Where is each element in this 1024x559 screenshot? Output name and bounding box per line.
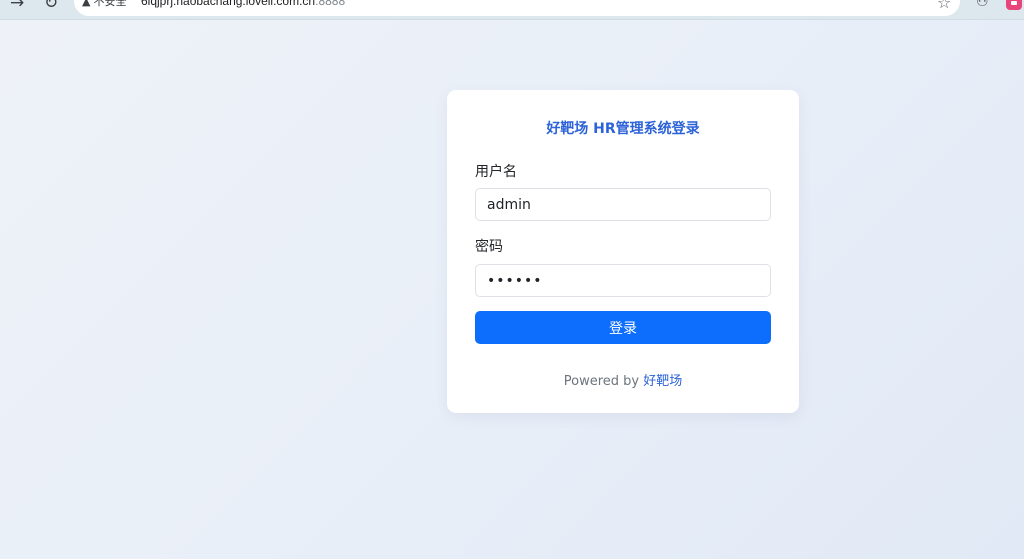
url-host: 6lqjprj.haobachang.loveli.com.cn [141, 0, 316, 8]
password-label: 密码 [475, 239, 503, 255]
extension-icon[interactable]: ⚇ [976, 0, 989, 11]
bookmark-star-icon[interactable]: ☆ [937, 0, 951, 12]
login-title: 好靶场 HR管理系统登录 [546, 121, 700, 137]
username-input[interactable] [475, 188, 771, 221]
security-indicator[interactable]: ▲ 不安全 [82, 0, 126, 9]
browser-toolbar: → ↻ ▲ 不安全 6lqjprj.haobachang.loveli.com.c… [0, 0, 1024, 20]
security-label: 不安全 [93, 0, 127, 8]
footer: Powered by 好靶场 [447, 374, 799, 390]
footer-prefix: Powered by [563, 374, 644, 389]
warning-icon: ▲ [82, 0, 91, 8]
login-card: 好靶场 HR管理系统登录 用户名 密码 登录 Powered by 好靶场 [447, 90, 799, 413]
url-port: :8888 [315, 0, 346, 8]
forward-arrow-icon[interactable]: → [10, 0, 24, 13]
username-label: 用户名 [475, 164, 517, 180]
reload-icon[interactable]: ↻ [44, 0, 58, 13]
password-input[interactable] [475, 264, 771, 297]
profile-icon[interactable] [1006, 0, 1022, 10]
url-text[interactable]: 6lqjprj.haobachang.loveli.com.cn:8888 [141, 0, 345, 9]
footer-link[interactable]: 好靶场 [643, 374, 682, 389]
login-button[interactable]: 登录 [475, 311, 771, 344]
